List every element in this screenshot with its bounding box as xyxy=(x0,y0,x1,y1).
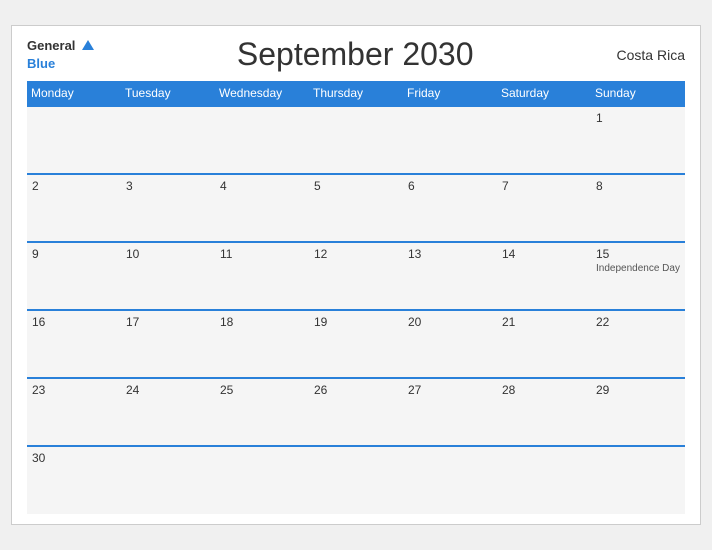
day-number: 25 xyxy=(220,383,304,397)
day-number: 13 xyxy=(408,247,492,261)
calendar-cell xyxy=(591,446,685,514)
calendar-cell: 5 xyxy=(309,174,403,242)
calendar-cell: 21 xyxy=(497,310,591,378)
weekday-header-wednesday: Wednesday xyxy=(215,81,309,106)
day-number: 1 xyxy=(596,111,680,125)
day-number: 16 xyxy=(32,315,116,329)
calendar-cell: 23 xyxy=(27,378,121,446)
logo-blue: Blue xyxy=(27,56,55,71)
week-row-2: 9 10 11 12 13 14 15 Independence Day xyxy=(27,242,685,310)
calendar-cell: 3 xyxy=(121,174,215,242)
day-number: 30 xyxy=(32,451,116,465)
calendar-cell xyxy=(27,106,121,174)
calendar-cell: 28 xyxy=(497,378,591,446)
logo-general: General xyxy=(27,38,75,53)
weekday-header-monday: Monday xyxy=(27,81,121,106)
calendar-cell: 8 xyxy=(591,174,685,242)
day-number: 12 xyxy=(314,247,398,261)
logo: General Blue xyxy=(27,37,94,73)
week-row-5: 30 xyxy=(27,446,685,514)
day-number: 4 xyxy=(220,179,304,193)
calendar-cell: 30 xyxy=(27,446,121,514)
calendar-cell: 27 xyxy=(403,378,497,446)
calendar-cell xyxy=(403,106,497,174)
day-number: 8 xyxy=(596,179,680,193)
calendar-cell: 29 xyxy=(591,378,685,446)
day-number: 3 xyxy=(126,179,210,193)
calendar-cell xyxy=(121,446,215,514)
day-event: Independence Day xyxy=(596,263,680,274)
calendar-cell: 7 xyxy=(497,174,591,242)
calendar-cell xyxy=(403,446,497,514)
calendar-cell: 10 xyxy=(121,242,215,310)
day-number: 20 xyxy=(408,315,492,329)
calendar-cell: 20 xyxy=(403,310,497,378)
day-number: 11 xyxy=(220,247,304,261)
calendar-header: General Blue September 2030 Costa Rica xyxy=(27,36,685,73)
day-number: 21 xyxy=(502,315,586,329)
logo-container: General Blue xyxy=(27,37,94,73)
calendar-cell: 2 xyxy=(27,174,121,242)
calendar-cell: 6 xyxy=(403,174,497,242)
week-row-4: 23 24 25 26 27 28 29 xyxy=(27,378,685,446)
day-number: 2 xyxy=(32,179,116,193)
calendar-cell: 9 xyxy=(27,242,121,310)
calendar-cell: 25 xyxy=(215,378,309,446)
calendar-cell xyxy=(497,446,591,514)
calendar-cell: 1 xyxy=(591,106,685,174)
day-number: 24 xyxy=(126,383,210,397)
calendar-cell xyxy=(215,446,309,514)
day-number: 6 xyxy=(408,179,492,193)
week-row-1: 2345678 xyxy=(27,174,685,242)
calendar-cell: 18 xyxy=(215,310,309,378)
calendar-cell xyxy=(121,106,215,174)
calendar-cell xyxy=(215,106,309,174)
calendar-cell: 24 xyxy=(121,378,215,446)
day-number: 9 xyxy=(32,247,116,261)
calendar-cell: 13 xyxy=(403,242,497,310)
weekday-header-row: MondayTuesdayWednesdayThursdayFridaySatu… xyxy=(27,81,685,106)
day-number: 5 xyxy=(314,179,398,193)
calendar-cell: 15 Independence Day xyxy=(591,242,685,310)
calendar-cell: 14 xyxy=(497,242,591,310)
logo-line2: Blue xyxy=(27,55,94,73)
day-number: 17 xyxy=(126,315,210,329)
calendar-title: September 2030 xyxy=(237,36,474,73)
day-number: 15 xyxy=(596,247,680,261)
weekday-header-tuesday: Tuesday xyxy=(121,81,215,106)
day-number: 22 xyxy=(596,315,680,329)
calendar-cell xyxy=(309,106,403,174)
week-row-0: 1 xyxy=(27,106,685,174)
calendar-cell: 12 xyxy=(309,242,403,310)
weekday-header-sunday: Sunday xyxy=(591,81,685,106)
calendar-cell: 22 xyxy=(591,310,685,378)
day-number: 27 xyxy=(408,383,492,397)
day-number: 29 xyxy=(596,383,680,397)
day-number: 14 xyxy=(502,247,586,261)
calendar-cell: 4 xyxy=(215,174,309,242)
calendar: General Blue September 2030 Costa Rica M… xyxy=(11,25,701,525)
day-number: 19 xyxy=(314,315,398,329)
weekday-header-thursday: Thursday xyxy=(309,81,403,106)
logo-line1: General xyxy=(27,37,94,55)
calendar-cell xyxy=(309,446,403,514)
calendar-cell xyxy=(497,106,591,174)
day-number: 26 xyxy=(314,383,398,397)
calendar-cell: 26 xyxy=(309,378,403,446)
week-row-3: 16 17 18 19 20 21 22 xyxy=(27,310,685,378)
calendar-cell: 19 xyxy=(309,310,403,378)
calendar-cell: 17 xyxy=(121,310,215,378)
calendar-country: Costa Rica xyxy=(617,47,685,63)
calendar-table: MondayTuesdayWednesdayThursdayFridaySatu… xyxy=(27,81,685,514)
day-number: 18 xyxy=(220,315,304,329)
calendar-cell: 11 xyxy=(215,242,309,310)
day-number: 23 xyxy=(32,383,116,397)
logo-triangle-icon xyxy=(82,40,94,50)
weekday-header-saturday: Saturday xyxy=(497,81,591,106)
weekday-header-friday: Friday xyxy=(403,81,497,106)
calendar-cell: 16 xyxy=(27,310,121,378)
day-number: 28 xyxy=(502,383,586,397)
day-number: 10 xyxy=(126,247,210,261)
day-number: 7 xyxy=(502,179,586,193)
